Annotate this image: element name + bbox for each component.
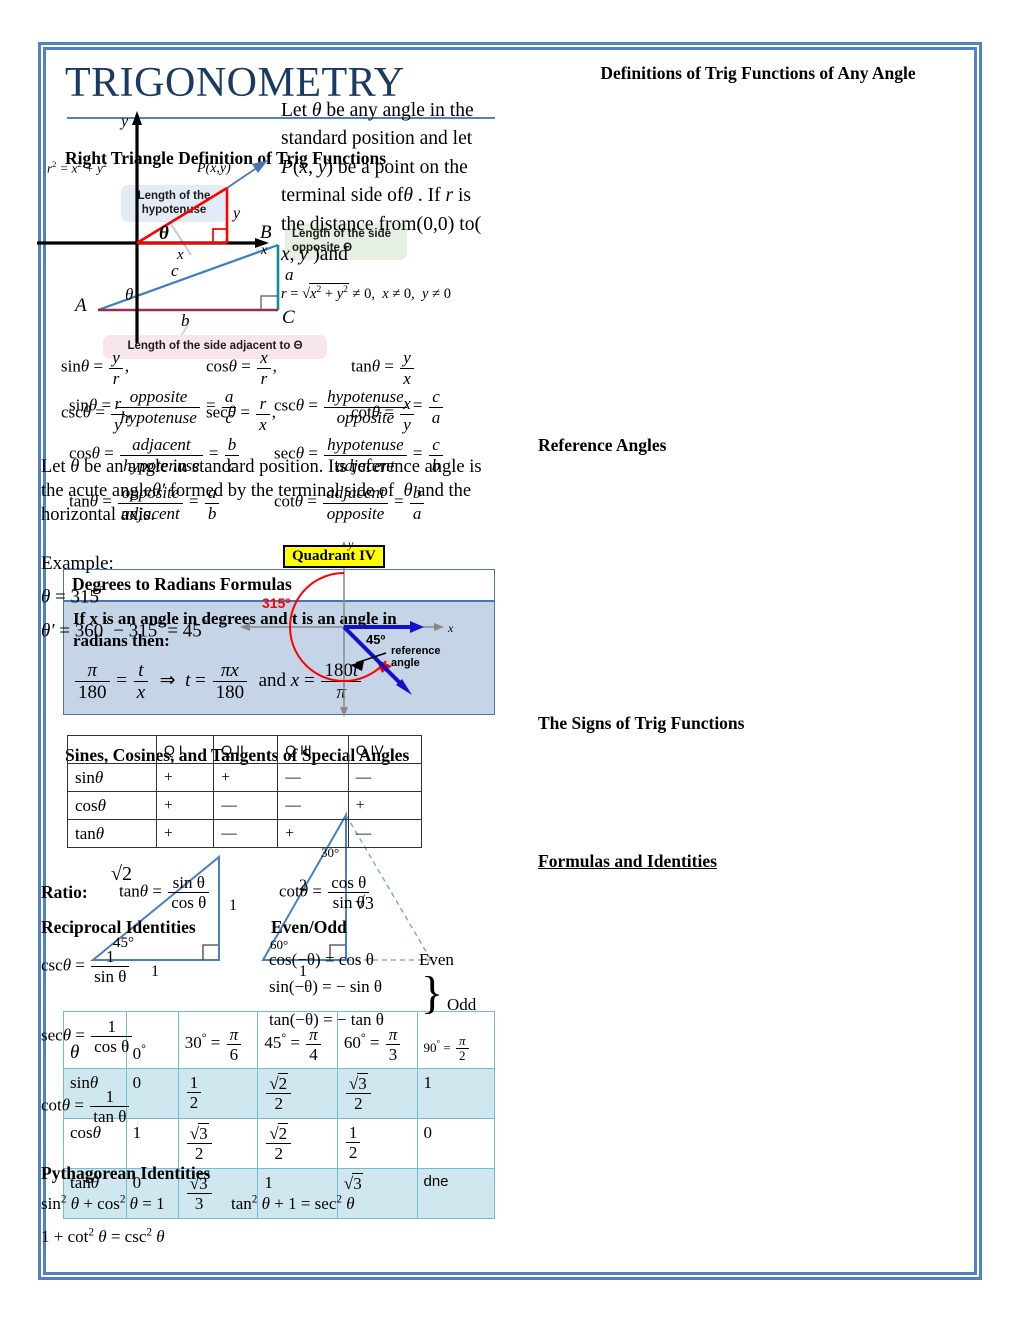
- quadrant-ref-angle-label: 45º: [366, 632, 386, 647]
- ratio-label: Ratio:: [41, 882, 88, 903]
- signs-row-sin: sinθ + + — —: [67, 763, 423, 792]
- signs-label-sin: sinθ: [67, 763, 157, 792]
- quadrant-sweep-label: 315º: [262, 595, 291, 611]
- pythagorean-note: r2 = x2 + y2: [47, 159, 108, 176]
- signs-sin-q3: —: [277, 763, 349, 792]
- signs-label-tan: tanθ: [67, 819, 157, 848]
- anyangle-cos: cosθ = xr,: [206, 348, 277, 388]
- odd-brace: }: [421, 967, 444, 1018]
- triangle-vertex-c: C: [282, 307, 295, 328]
- example-label: Example:: [41, 553, 114, 574]
- anyangle-sin: sinθ = yr,: [61, 348, 130, 388]
- signs-table: Q I Q II Q III Q IV sinθ + + — — cosθ + …: [67, 735, 423, 848]
- example-theta-prime: θ′ = 360° − 315° = 45°: [41, 616, 208, 642]
- pythagorean-2: tan2 θ + 1 = sec2 θ: [231, 1193, 355, 1213]
- odd-label: Odd: [447, 995, 477, 1014]
- identities-heading: Formulas and Identities: [538, 851, 717, 871]
- identity-sec: secθ = 1 cos θ: [41, 1017, 261, 1087]
- signs-cos-q2: —: [213, 791, 279, 820]
- point-label-p: P(x,y): [197, 161, 231, 176]
- signs-col-q3: Q III: [277, 735, 349, 764]
- signs-tan-q2: —: [213, 819, 279, 848]
- ratio-identities: Ratio: tanθ = sin θ cos θ cotθ = cos θ sin…: [41, 873, 501, 912]
- axes-leg-y: y: [233, 205, 241, 222]
- signs-tan-q4: —: [347, 819, 423, 848]
- pythagorean-3: 1 + cot2 θ = csc2 θ: [41, 1226, 165, 1247]
- cell-cos-45: √2 2: [257, 1118, 338, 1169]
- signs-cos-q1: +: [155, 791, 215, 820]
- reference-angles-heading: Reference Angles: [538, 435, 667, 455]
- axes-angle-theta: θ: [159, 223, 169, 244]
- reciprocal-identities: cscθ = 1 sin θ secθ = 1 cos θ cotθ = 1 tan …: [41, 947, 261, 1157]
- reference-angle-text-1: reference: [391, 645, 441, 657]
- coordinate-axes-figure: y x P(x,y) θ y x r2 = x2 + y2: [37, 93, 277, 343]
- pythagorean-1: sin2 θ + cos2 θ = 1: [41, 1193, 165, 1213]
- example-theta: θ = 315°: [41, 583, 105, 608]
- pythagorean-identities: sin2 θ + cos2 θ = 1 tan2 θ + 1 = sec2 θ …: [41, 1187, 501, 1253]
- signs-sin-q2: +: [213, 763, 279, 792]
- anyangle-sec: secθ = rx,: [206, 394, 276, 434]
- signs-col-q4: Q IV: [347, 735, 423, 764]
- identity-csc: cscθ = 1 sin θ: [41, 947, 261, 1017]
- signs-header-row: Q I Q II Q III Q IV: [67, 735, 423, 764]
- quadrant-iv-figure: Quadrant IV 315º 45º reference angle y x: [226, 535, 496, 720]
- reciprocal-heading: Reciprocal Identities: [41, 917, 196, 937]
- cell-cos-60: 12: [336, 1118, 418, 1169]
- cell-cos-90: 0: [416, 1118, 495, 1169]
- anyangle-cot: cotθ = xy: [351, 394, 491, 434]
- signs-row-tan: tanθ + — + —: [67, 819, 423, 848]
- signs-cos-q3: —: [277, 791, 349, 820]
- cell-sin-60: √3 2: [336, 1068, 418, 1119]
- identity-tan-ratio: tanθ = sin θ cos θ: [119, 873, 279, 912]
- axis-label-x: x: [261, 243, 268, 258]
- identity-cot-recip: cotθ = 1 tan θ: [41, 1087, 261, 1157]
- signs-tan-q3: +: [277, 819, 349, 848]
- any-angle-description: Let θ be any angle in the standard posit…: [281, 100, 482, 265]
- axis-label-y: y: [121, 113, 129, 130]
- coordinate-axes-svg: [37, 111, 269, 343]
- cell-sin-45: √2 2: [257, 1068, 338, 1119]
- signs-tan-q1: +: [155, 819, 215, 848]
- quadrant-axis-y: y: [348, 537, 354, 551]
- any-angle-heading: Definitions of Trig Functions of Any Ang…: [600, 63, 916, 83]
- evenodd-heading: Even/Odd: [271, 917, 347, 937]
- pythagorean-heading: Pythagorean Identities: [41, 1163, 211, 1183]
- identity-cot-ratio: cotθ = cos θ sin θ: [279, 873, 371, 912]
- anyangle-tan: tanθ = yx: [351, 348, 491, 388]
- signs-corner-cell: [67, 735, 157, 764]
- worksheet-page: TRIGONOMETRY Right Triangle Definition o…: [37, 42, 982, 1280]
- quadrant-badge: Quadrant IV: [283, 545, 385, 568]
- signs-col-q1: Q I: [155, 735, 215, 764]
- cell-sin-90: 1: [416, 1068, 495, 1119]
- identity-even: cos(−θ) = cos θ: [269, 950, 374, 969]
- quadrant-axis-x: x: [448, 621, 454, 635]
- signs-row-cos: cosθ + — — +: [67, 791, 423, 820]
- signs-sin-q4: —: [347, 763, 423, 792]
- signs-cos-q4: +: [347, 791, 423, 820]
- r-distance-formula: r = √x2 + y2 ≠ 0, x ≠ 0, y ≠ 0: [281, 283, 451, 302]
- axes-leg-x: x: [177, 247, 184, 263]
- signs-label-cos: cosθ: [67, 791, 157, 820]
- any-angle-definitions: sinθ = yr, cosθ = xr, tanθ = yx cscθ = r…: [61, 345, 501, 437]
- reference-angles-description: Let θ be an angle in standard position. …: [41, 457, 482, 526]
- signs-sin-q1: +: [155, 763, 215, 792]
- anyangle-csc: cscθ = ry,: [61, 394, 131, 434]
- signs-col-q2: Q II: [213, 735, 279, 764]
- signs-heading: The Signs of Trig Functions: [538, 713, 745, 733]
- even-odd-identities: cos(−θ) = cos θ Even sin(−θ) = − sin θ t…: [269, 943, 504, 1043]
- reference-example: Example: θ = 315° θ′ = 360° − 315° = 45°: [41, 548, 231, 648]
- reference-angle-text-2: angle: [391, 657, 420, 669]
